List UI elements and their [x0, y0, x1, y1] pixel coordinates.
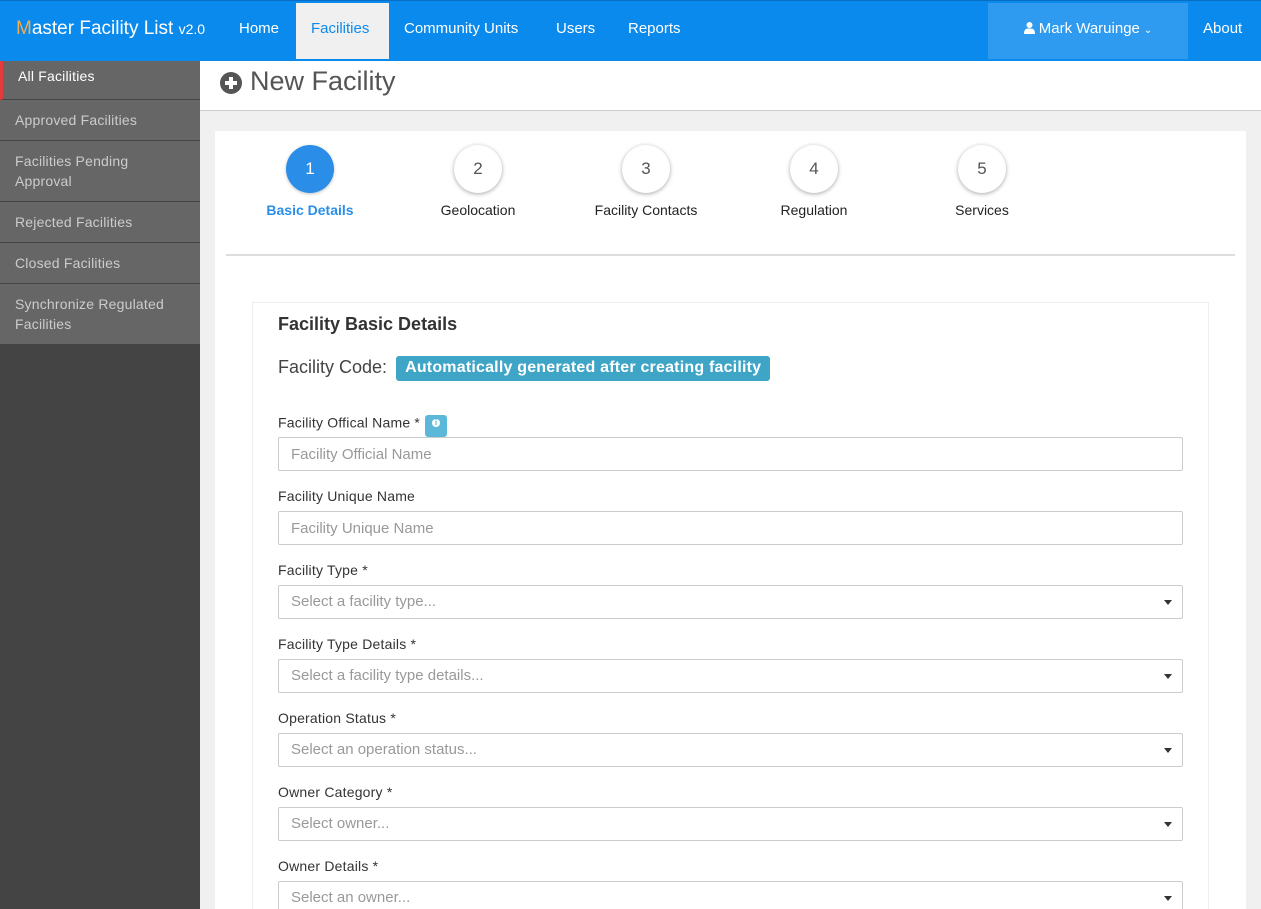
chevron-down-icon: ⌄: [1143, 25, 1153, 36]
wizard-step-services[interactable]: 5 Services: [897, 145, 1067, 218]
sidebar-item-closed-facilities[interactable]: Closed Facilities: [0, 243, 200, 284]
step-label: Services: [955, 202, 1009, 218]
owner-category-select[interactable]: Select owner...: [278, 807, 1183, 841]
facility-code-badge: Automatically generated after creating f…: [396, 356, 771, 381]
unique-name-input[interactable]: [278, 511, 1183, 545]
main-content: New Facility 1 Basic Details 2 Geolocati…: [200, 61, 1261, 909]
step-number: 5: [958, 145, 1006, 193]
facility-code-label: Facility Code:: [278, 357, 388, 377]
sidebar-item-pending-approval[interactable]: Facilities Pending Approval: [0, 141, 200, 202]
facility-type-select[interactable]: Select a facility type...: [278, 585, 1183, 619]
brand-name: aster Facility List: [31, 18, 174, 39]
caret-down-icon: [1164, 822, 1172, 827]
nav-users[interactable]: Users: [541, 3, 610, 59]
official-name-label: Facility Offical Name *: [278, 413, 448, 437]
facility-code-row: Facility Code: Automatically generated a…: [278, 356, 771, 382]
official-name-label-text: Facility Offical Name *: [278, 414, 421, 431]
nav-home[interactable]: Home: [224, 3, 294, 59]
owner-details-select[interactable]: Select an owner...: [278, 881, 1183, 909]
page-title: New Facility: [250, 66, 396, 96]
brand-logo[interactable]: Master Facility List v2.0: [16, 1, 205, 57]
wizard-panel: 1 Basic Details 2 Geolocation 3 Facility…: [215, 131, 1246, 909]
step-label: Basic Details: [266, 202, 354, 218]
owner-category-label: Owner Category *: [278, 784, 393, 800]
caret-down-icon: [1164, 600, 1172, 605]
user-icon: [1023, 22, 1035, 34]
nav-facilities[interactable]: Facilities: [296, 3, 389, 59]
owner-details-placeholder: Select an owner...: [291, 889, 411, 906]
step-label: Regulation: [780, 202, 848, 218]
owner-category-placeholder: Select owner...: [291, 815, 390, 832]
step-number: 4: [790, 145, 838, 193]
operation-status-select[interactable]: Select an operation status...: [278, 733, 1183, 767]
page-header: New Facility: [200, 61, 1261, 111]
sidebar-item-all-facilities[interactable]: All Facilities: [0, 61, 200, 100]
wizard-step-facility-contacts[interactable]: 3 Facility Contacts: [561, 145, 731, 218]
owner-details-label: Owner Details *: [278, 858, 379, 874]
step-label: Geolocation: [440, 202, 516, 218]
user-name: Mark Waruinge: [1038, 20, 1140, 37]
facility-type-details-label: Facility Type Details *: [278, 636, 417, 652]
sidebar-item-synchronize-regulated[interactable]: Synchronize Regulated Facilities: [0, 284, 200, 345]
facility-type-details-placeholder: Select a facility type details...: [291, 667, 484, 684]
nav-about[interactable]: About: [1188, 3, 1257, 59]
top-navbar: Master Facility List v2.0 Home Facilitie…: [0, 0, 1261, 61]
wizard-step-basic-details[interactable]: 1 Basic Details: [225, 145, 395, 218]
step-number: 1: [286, 145, 334, 193]
step-number: 3: [622, 145, 670, 193]
facility-type-details-select[interactable]: Select a facility type details...: [278, 659, 1183, 693]
plus-circle-icon: [220, 72, 242, 94]
caret-down-icon: [1164, 674, 1172, 679]
sidebar-item-approved-facilities[interactable]: Approved Facilities: [0, 100, 200, 141]
info-icon[interactable]: [425, 415, 448, 437]
caret-down-icon: [1164, 896, 1172, 901]
nav-reports[interactable]: Reports: [613, 3, 696, 59]
official-name-input[interactable]: [278, 437, 1183, 471]
sidebar-item-rejected-facilities[interactable]: Rejected Facilities: [0, 202, 200, 243]
facility-type-placeholder: Select a facility type...: [291, 593, 437, 610]
wizard-step-regulation[interactable]: 4 Regulation: [729, 145, 899, 218]
operation-status-label: Operation Status *: [278, 710, 396, 726]
user-menu-dropdown[interactable]: Mark Waruinge ⌄: [988, 3, 1188, 59]
nav-community-units[interactable]: Community Units: [389, 3, 533, 59]
caret-down-icon: [1164, 748, 1172, 753]
unique-name-label: Facility Unique Name: [278, 488, 416, 504]
step-number: 2: [454, 145, 502, 193]
wizard-step-geolocation[interactable]: 2 Geolocation: [393, 145, 563, 218]
wizard-divider: [226, 254, 1235, 256]
basic-details-form: Facility Basic Details Facility Code: Au…: [252, 302, 1209, 909]
sidebar: All Facilities Approved Facilities Facil…: [0, 61, 200, 909]
brand-version: v2.0: [178, 21, 206, 37]
step-label: Facility Contacts: [594, 202, 698, 218]
facility-type-label: Facility Type *: [278, 562, 368, 578]
operation-status-placeholder: Select an operation status...: [291, 741, 477, 758]
brand-initial: M: [16, 18, 32, 39]
form-title: Facility Basic Details: [278, 314, 458, 334]
